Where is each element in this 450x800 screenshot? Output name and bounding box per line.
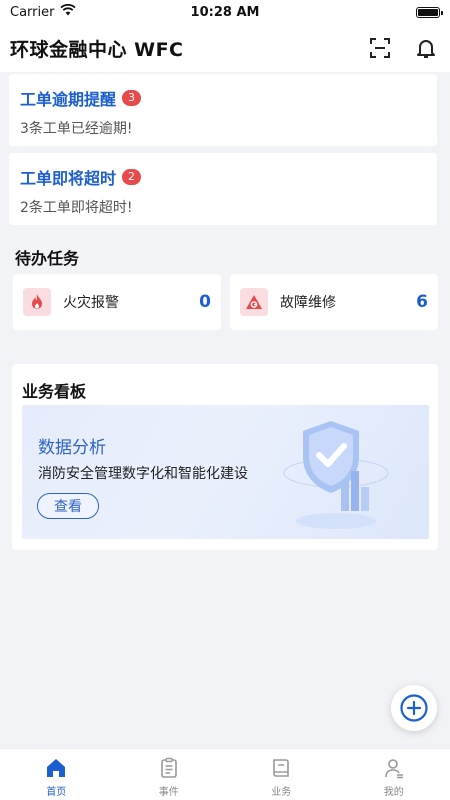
scan-icon[interactable] [366, 34, 394, 62]
count-badge: 3 [122, 90, 142, 106]
add-button[interactable] [391, 685, 437, 731]
shield-illustration-icon [281, 413, 391, 537]
status-right [290, 6, 443, 18]
tab-label: 事件 [158, 787, 179, 798]
user-icon [384, 759, 403, 779]
count-badge: 2 [122, 169, 142, 185]
task-label: 火灾报警 [63, 295, 119, 311]
business-board: 业务看板 数据分析 消防安全管理数字化和智能化建设 查看 [12, 364, 438, 550]
repair-icon [240, 288, 268, 316]
data-analysis-banner[interactable]: 数据分析 消防安全管理数字化和智能化建设 查看 [22, 405, 429, 539]
carrier-label: Carrier [10, 4, 55, 20]
plus-circle-icon [400, 694, 428, 722]
home-icon [47, 759, 66, 777]
task-count: 6 [416, 292, 428, 312]
banner-subtitle: 消防安全管理数字化和智能化建设 [38, 466, 248, 482]
tab-label: 首页 [46, 787, 67, 798]
status-time: 10:28 AM [190, 4, 260, 20]
tab-mine[interactable]: 我的 [338, 749, 450, 800]
status-bar: Carrier 10:28 AM [0, 0, 450, 24]
clipboard-icon [160, 757, 177, 778]
fire-icon [23, 288, 51, 316]
status-left: Carrier [10, 3, 160, 20]
overdue-alert-card[interactable]: 工单逾期提醒 3 3条工单已经逾期! [9, 74, 437, 146]
tab-label: 我的 [383, 787, 404, 798]
wifi-icon [60, 3, 77, 20]
alert-title: 工单逾期提醒 [20, 90, 117, 109]
fire-alarm-task[interactable]: 火灾报警 0 [13, 274, 221, 330]
tab-events[interactable]: 事件 [113, 749, 226, 800]
task-label: 故障维修 [280, 295, 336, 311]
tab-business[interactable]: 业务 [225, 749, 338, 800]
header: 环球金融中心 WFC [0, 24, 450, 72]
tab-label: 业务 [271, 787, 292, 798]
task-count: 0 [199, 292, 211, 312]
bell-icon[interactable] [412, 34, 440, 62]
tab-home[interactable]: 首页 [0, 749, 113, 800]
repair-task[interactable]: 故障维修 6 [230, 274, 438, 330]
page-title: 环球金融中心 WFC [10, 38, 184, 61]
view-button[interactable]: 查看 [37, 493, 99, 519]
battery-icon [416, 6, 443, 18]
banner-title: 数据分析 [38, 438, 106, 458]
todo-section-title: 待办任务 [15, 249, 80, 268]
alert-title: 工单即将超时 [20, 169, 117, 188]
board-title: 业务看板 [22, 382, 87, 401]
alert-desc: 3条工单已经逾期! [20, 121, 133, 137]
alert-desc: 2条工单即将超时! [20, 200, 133, 216]
book-icon [273, 759, 290, 777]
tab-bar: 首页 事件 业务 我的 [0, 748, 450, 800]
timeout-alert-card[interactable]: 工单即将超时 2 2条工单即将超时! [9, 153, 437, 225]
